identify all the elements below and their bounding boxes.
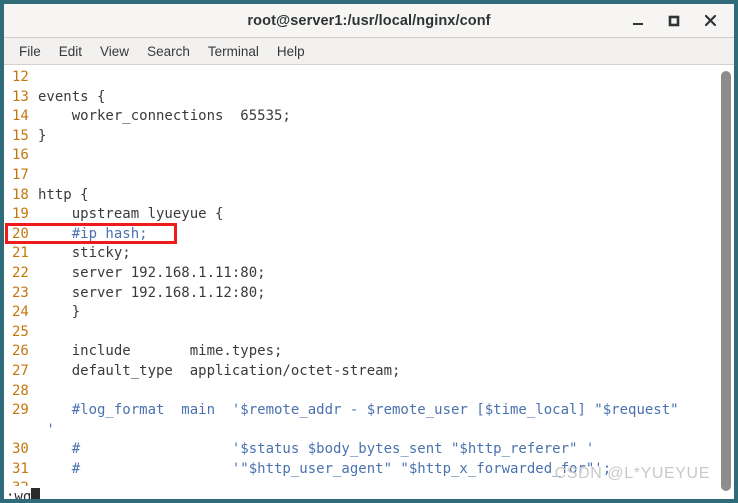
line-text: server 192.168.1.11:80; [38,264,266,281]
minimize-icon [631,14,645,28]
line-number: 30 [12,441,29,458]
line-text: #log_format main '$remote_addr - $remote… [38,402,679,419]
line-number: 17 [12,166,29,183]
line-text: http { [38,186,89,203]
code-line: 13 events { [4,88,718,108]
line-number: 23 [12,284,29,301]
line-number: 18 [12,186,29,203]
editor-code-area[interactable]: 12 13 events { 14 worker_connections 655… [4,65,718,503]
code-line: 16 [4,146,718,166]
line-text: events { [38,88,106,105]
line-number: 16 [12,147,29,164]
line-number: 26 [12,343,29,360]
scrollbar-thumb[interactable] [721,71,731,491]
code-line: 25 [4,323,718,343]
maximize-icon [667,14,681,28]
terminal-body[interactable]: 12 13 events { 14 worker_connections 655… [4,65,734,503]
line-number: 24 [12,304,29,321]
line-number: 31 [12,460,29,477]
code-line: 15 } [4,127,718,147]
line-number: 22 [12,264,29,281]
window-title: root@server1:/usr/local/nginx/conf [247,12,491,29]
code-line: 22 server 192.168.1.11:80; [4,264,718,284]
line-text: ' [38,421,55,438]
line-text: default_type application/octet-stream; [38,362,401,379]
vim-status-bar: :wq [4,486,718,503]
scrollbar-track[interactable] [718,65,734,499]
menubar: File Edit View Search Terminal Help [4,38,734,65]
line-text: #ip_hash; [38,225,148,242]
minimize-button[interactable] [620,6,656,36]
code-line: 29 #log_format main '$remote_addr - $rem… [4,401,718,421]
code-line-highlighted: 21 sticky; [4,244,718,264]
code-line: 28 [4,382,718,402]
code-line: 24 } [4,303,718,323]
line-number: 29 [12,402,29,419]
line-text: sticky; [38,245,131,262]
code-line: 18 http { [4,186,718,206]
code-line: 20 #ip_hash; [4,225,718,245]
text-cursor [31,488,41,499]
menu-item-search[interactable]: Search [138,41,199,62]
line-text: worker_connections 65535; [38,108,291,125]
terminal-window: root@server1:/usr/local/nginx/conf File … [0,0,738,503]
line-text: upstream lyueyue { [38,206,224,223]
code-line: 26 include mime.types; [4,342,718,362]
menu-item-terminal[interactable]: Terminal [199,41,268,62]
close-icon [703,13,718,28]
maximize-button[interactable] [656,6,692,36]
menu-item-edit[interactable]: Edit [50,41,91,62]
close-button[interactable] [692,6,728,36]
line-text: include mime.types; [38,343,283,360]
line-number: 28 [12,382,29,399]
code-line: 30 # '$status $body_bytes_sent "$http_re… [4,440,718,460]
line-number: 25 [12,323,29,340]
line-number: 33 [4,499,38,503]
line-text: } [38,127,47,144]
menu-item-help[interactable]: Help [268,41,314,62]
line-text: server 192.168.1.12:80; [38,284,266,301]
menu-item-view[interactable]: View [91,41,138,62]
line-text: # '$status $body_bytes_sent "$http_refer… [38,441,595,458]
line-number: 19 [12,206,29,223]
code-line: 14 worker_connections 65535; [4,107,718,127]
code-line-wrapped: ' [4,421,718,441]
line-number: 27 [12,362,29,379]
line-number: 21 [12,245,29,262]
line-number: 13 [12,88,29,105]
code-line: 23 server 192.168.1.12:80; [4,284,718,304]
line-text: #access_log logs/access.log main; [38,499,718,503]
code-line: 27 default_type application/octet-stream… [4,362,718,382]
watermark: CSDN @L*YUEYUE [554,465,710,482]
line-number: 20 [12,225,29,242]
line-number: 12 [12,69,29,85]
code-line: 19 upstream lyueyue { [4,205,718,225]
code-line: 12 [4,68,718,88]
line-text: } [38,304,81,321]
titlebar: root@server1:/usr/local/nginx/conf [4,4,734,38]
code-line: 17 [4,166,718,186]
line-number: 14 [12,108,29,125]
window-controls [620,4,728,37]
code-line: 33 #access_log logs/access.log main; [4,499,718,503]
menu-item-file[interactable]: File [10,41,50,62]
line-number: 15 [12,127,29,144]
vim-command-text: :wq [6,488,32,503]
